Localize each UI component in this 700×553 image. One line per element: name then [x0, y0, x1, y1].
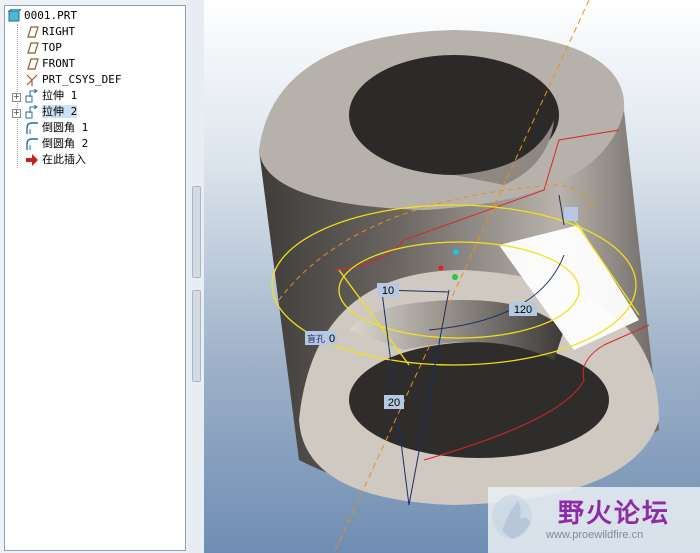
cad-model-view: 10 20 120 盲孔 0	[259, 0, 659, 553]
extrude-icon	[25, 88, 39, 103]
round-icon	[25, 121, 39, 135]
insert-here-arrow-icon	[25, 153, 39, 167]
tree-item-label: 倒圆角 2	[42, 137, 89, 150]
dimension-label-120[interactable]: 120	[514, 304, 532, 316]
tree-item-csys[interactable]: PRT_CSYS_DEF	[25, 72, 121, 88]
datum-plane-icon	[25, 57, 39, 71]
extrude-icon	[25, 104, 39, 119]
datum-plane-icon	[25, 25, 39, 39]
part-icon	[7, 8, 23, 23]
drag-handle	[438, 265, 444, 271]
tree-item-top[interactable]: TOP	[25, 40, 62, 56]
tree-item-label: PRT_CSYS_DEF	[42, 73, 122, 86]
tree-item-round-2[interactable]: 倒圆角 2	[25, 136, 88, 152]
tree-item-front[interactable]: FRONT	[25, 56, 75, 72]
splitter-grip-top[interactable]	[192, 186, 201, 278]
panel-splitter[interactable]	[188, 0, 204, 553]
watermark-title: 野火论坛	[558, 499, 671, 529]
depth-tag-label: 盲孔	[307, 333, 325, 345]
splitter-grip-bottom[interactable]	[192, 290, 201, 382]
round-icon	[25, 137, 39, 151]
tree-item-label: RIGHT	[42, 25, 76, 38]
dimension-label-10[interactable]: 10	[382, 285, 394, 297]
drag-handle	[452, 274, 458, 280]
tree-item-round-1[interactable]: 倒圆角 1	[25, 120, 88, 136]
tree-root-part[interactable]: 0001.PRT	[7, 8, 77, 24]
expand-toggle[interactable]: +	[12, 93, 21, 102]
watermark-logo	[492, 495, 532, 539]
watermark: 野火论坛 www.proewildfire.cn	[488, 487, 700, 553]
graphics-window[interactable]: 10 20 120 盲孔 0 野火论坛 www.proewildfire.cn	[204, 0, 700, 553]
tree-item-extrude-1[interactable]: 拉伸 1	[25, 88, 77, 104]
drag-handle	[453, 249, 459, 255]
tree-item-label: 倒圆角 1	[42, 121, 89, 134]
dimension-label-20[interactable]: 20	[388, 397, 400, 409]
tree-item-label: 在此插入	[42, 153, 86, 166]
tree-item-label: 拉伸 2	[42, 105, 78, 118]
expand-toggle[interactable]: +	[12, 109, 21, 118]
watermark-url: www.proewildfire.cn	[546, 529, 644, 541]
tree-item-insert-here[interactable]: 在此插入	[25, 152, 86, 168]
tree-root-label: 0001.PRT	[24, 9, 77, 22]
csys-icon	[25, 73, 39, 87]
tree-item-label: FRONT	[42, 57, 76, 70]
model-tree-panel: 0001.PRT RIGHT TOP FRONT PRT_CSYS_DEF + …	[0, 0, 189, 553]
drag-handle-box[interactable]	[564, 207, 578, 221]
dimension-label-0[interactable]: 0	[329, 333, 335, 345]
tree-item-label: TOP	[42, 41, 62, 54]
tree-item-right[interactable]: RIGHT	[25, 24, 75, 40]
model-tree: 0001.PRT RIGHT TOP FRONT PRT_CSYS_DEF + …	[4, 5, 186, 551]
datum-plane-icon	[25, 41, 39, 55]
tree-item-extrude-2[interactable]: 拉伸 2	[25, 104, 78, 120]
tree-item-label: 拉伸 1	[42, 89, 78, 102]
